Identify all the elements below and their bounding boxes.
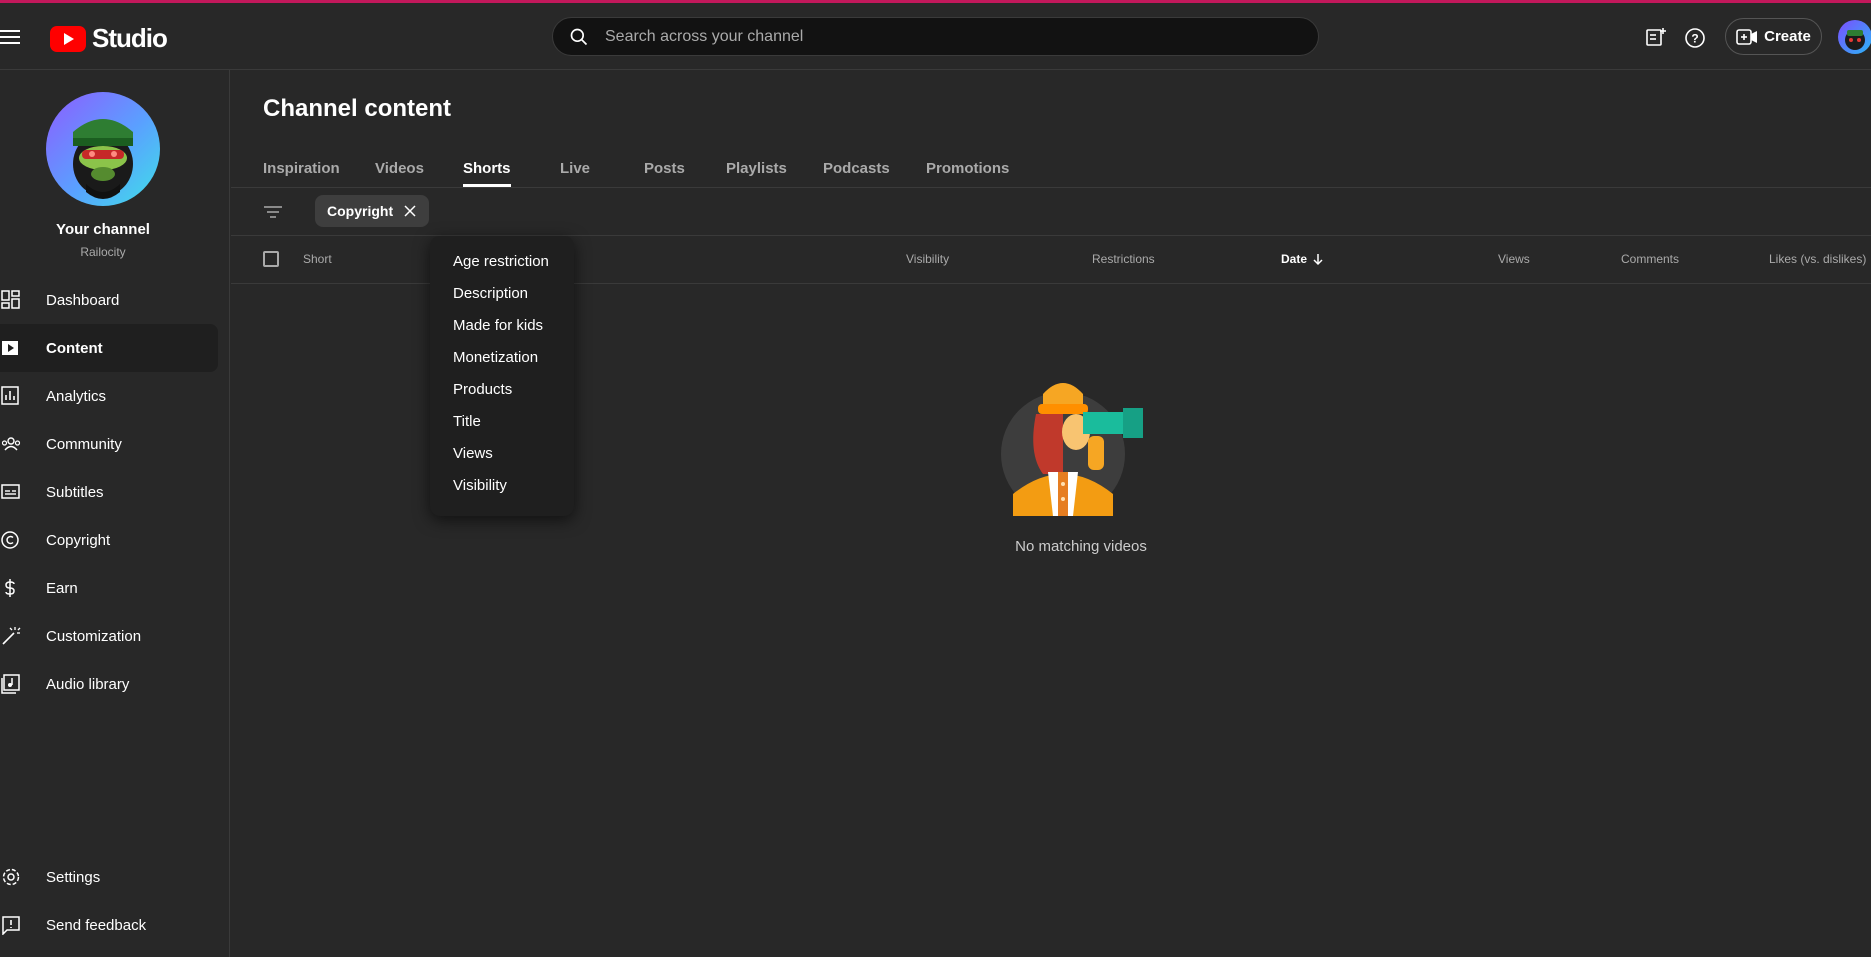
header: Studio ? Create xyxy=(0,3,1871,70)
channel-handle: Railocity xyxy=(80,245,126,259)
sidebar-item-label: Content xyxy=(46,339,103,357)
menu-item-title[interactable]: Title xyxy=(453,413,481,430)
column-views: Views xyxy=(1498,252,1530,266)
help-icon[interactable]: ? xyxy=(1682,25,1708,51)
sidebar-item-label: Customization xyxy=(46,627,142,645)
menu-icon[interactable] xyxy=(0,25,24,49)
content-icon xyxy=(0,337,22,359)
sidebar-item-audio-library[interactable]: Audio library xyxy=(0,660,218,708)
sidebar-item-label: Audio library xyxy=(46,675,130,693)
feedback-icon xyxy=(0,914,22,936)
filter-chip-copyright[interactable]: Copyright xyxy=(315,195,430,227)
sidebar-item-send-feedback[interactable]: Send feedback xyxy=(0,901,218,949)
tab-live[interactable]: Live xyxy=(560,160,590,187)
sidebar-item-earn[interactable]: Earn xyxy=(0,564,218,612)
sidebar-item-subtitles[interactable]: Subtitles xyxy=(0,468,218,516)
sidebar-item-label: Send feedback xyxy=(46,916,147,934)
tab-playlists[interactable]: Playlists xyxy=(726,160,787,187)
sidebar-item-copyright[interactable]: Copyright xyxy=(0,516,218,564)
content-tabs: Inspiration Videos Shorts Live Posts Pla… xyxy=(231,152,1871,188)
search-bar[interactable] xyxy=(552,17,1319,56)
dashboard-icon xyxy=(0,289,22,311)
close-icon[interactable] xyxy=(403,204,417,218)
menu-item-monetization[interactable]: Monetization xyxy=(453,349,538,366)
filter-bar: Copyright xyxy=(231,188,1871,236)
arrow-down-icon xyxy=(1313,254,1323,266)
sidebar-item-customization[interactable]: Customization xyxy=(0,612,218,660)
tab-shorts[interactable]: Shorts xyxy=(463,160,511,187)
feature-request-icon[interactable] xyxy=(1643,25,1669,51)
sidebar-item-content[interactable]: Content xyxy=(0,324,218,372)
filter-chip-label: Copyright xyxy=(327,203,394,219)
page-title: Channel content xyxy=(263,95,452,122)
column-likes: Likes (vs. dislikes) xyxy=(1769,252,1867,266)
subtitles-icon xyxy=(0,481,22,503)
column-short: Short xyxy=(303,252,332,266)
column-restrictions: Restrictions xyxy=(1092,252,1155,266)
sidebar-item-settings[interactable]: Settings xyxy=(0,853,218,901)
filter-icon[interactable] xyxy=(261,200,285,224)
sidebar-item-label: Copyright xyxy=(46,531,111,549)
tab-posts[interactable]: Posts xyxy=(644,160,685,187)
sidebar-item-dashboard[interactable]: Dashboard xyxy=(0,276,218,324)
menu-item-description[interactable]: Description xyxy=(453,285,528,302)
youtube-logo-icon xyxy=(50,25,86,52)
analytics-icon xyxy=(0,385,22,407)
create-button[interactable]: Create xyxy=(1725,18,1822,55)
dollar-icon xyxy=(0,577,22,599)
tab-videos[interactable]: Videos xyxy=(375,160,424,187)
menu-item-visibility[interactable]: Visibility xyxy=(453,477,507,494)
magic-wand-icon xyxy=(0,625,22,647)
sidebar-item-label: Settings xyxy=(46,868,101,886)
empty-state-illustration xyxy=(988,354,1168,524)
channel-avatar[interactable] xyxy=(46,92,160,206)
tab-podcasts[interactable]: Podcasts xyxy=(823,160,890,187)
menu-item-views[interactable]: Views xyxy=(453,445,493,462)
account-avatar[interactable] xyxy=(1838,20,1871,54)
logo-text: Studio xyxy=(92,23,168,53)
sidebar-item-label: Earn xyxy=(46,579,78,597)
copyright-icon xyxy=(0,529,22,551)
studio-logo[interactable]: Studio xyxy=(50,23,168,54)
sidebar-item-label: Subtitles xyxy=(46,483,104,501)
filter-options-menu: Age restriction Description Made for kid… xyxy=(430,236,574,516)
sidebar-item-label: Community xyxy=(46,435,122,453)
empty-state-message: No matching videos xyxy=(1015,538,1147,555)
column-visibility: Visibility xyxy=(906,252,950,266)
create-video-icon xyxy=(1736,28,1758,45)
sidebar: Your channel Railocity Dashboard Content… xyxy=(0,70,230,957)
sidebar-item-analytics[interactable]: Analytics xyxy=(0,372,218,420)
column-date[interactable]: Date xyxy=(1281,252,1325,266)
select-all-checkbox[interactable] xyxy=(263,251,279,267)
svg-text:?: ? xyxy=(1691,32,1698,46)
sidebar-item-label: Analytics xyxy=(46,387,107,405)
gear-icon xyxy=(0,866,22,888)
community-icon xyxy=(0,433,22,455)
sidebar-item-community[interactable]: Community xyxy=(0,420,218,468)
search-icon xyxy=(570,28,588,45)
tab-promotions[interactable]: Promotions xyxy=(926,160,1009,187)
audio-library-icon xyxy=(0,673,22,695)
channel-name[interactable]: Your channel xyxy=(0,221,206,238)
create-label: Create xyxy=(1764,28,1811,45)
tab-inspiration[interactable]: Inspiration xyxy=(263,160,340,187)
menu-item-made-for-kids[interactable]: Made for kids xyxy=(453,317,543,334)
sidebar-item-label: Dashboard xyxy=(46,291,120,309)
menu-item-products[interactable]: Products xyxy=(453,381,512,398)
column-date-label: Date xyxy=(1281,252,1308,266)
search-input[interactable] xyxy=(603,26,1267,47)
menu-item-age-restriction[interactable]: Age restriction xyxy=(453,253,549,270)
column-comments: Comments xyxy=(1621,252,1680,266)
